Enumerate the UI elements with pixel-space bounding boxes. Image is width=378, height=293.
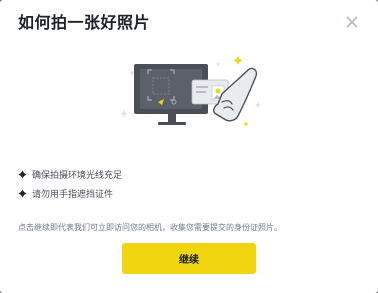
diamond-bullet-icon: [18, 189, 27, 198]
id-photo-camera-illustration: [120, 56, 261, 126]
diamond-bullet-icon: [18, 170, 27, 179]
close-icon[interactable]: [344, 14, 360, 30]
camera-access-notice: 点击继续即代表我们可立即访问您的相机，收集您需要提交的身份证照片。: [18, 223, 282, 232]
continue-button[interactable]: 继续: [122, 243, 256, 274]
list-item: 确保拍摄环境光线充足: [18, 165, 122, 184]
tip-text: 确保拍摄环境光线充足: [32, 171, 123, 181]
photo-tips-dialog: 如何拍一张好照片 确保拍摄环境光线充足 请勿用手指遮挡证件 点击继续即代表我们可…: [0, 0, 378, 293]
list-item: 请勿用手指遮挡证件: [18, 184, 122, 203]
dialog-title: 如何拍一张好照片: [18, 13, 151, 32]
tips-list: 确保拍摄环境光线充足 请勿用手指遮挡证件: [18, 165, 122, 203]
tip-text: 请勿用手指遮挡证件: [32, 190, 114, 200]
